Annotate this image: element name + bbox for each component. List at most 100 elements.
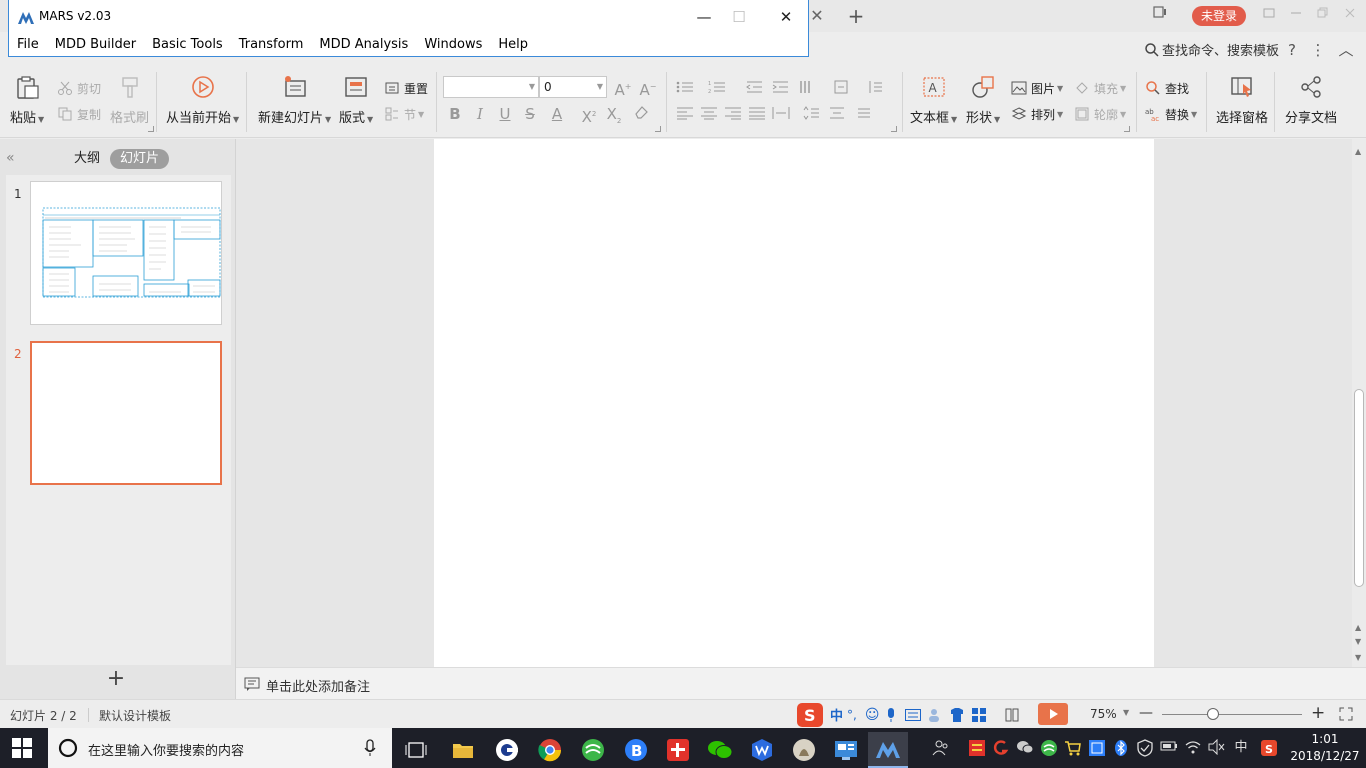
mars-maximize-button[interactable]: ☐ [724,4,754,30]
ime-voice-icon[interactable] [885,707,897,723]
previous-slide-icon[interactable]: ▲ [1355,623,1361,632]
ime-toolbox-icon[interactable] [971,707,987,723]
text-direction-icon[interactable] [799,80,817,94]
next-slide-icon[interactable]: ▼ [1355,637,1361,646]
zoom-slider[interactable] [1162,714,1302,715]
zoom-slider-handle[interactable] [1207,708,1219,720]
cut-button[interactable]: 剪切 [57,78,101,98]
add-slide-button[interactable]: + [104,667,128,691]
control-panel-icon[interactable] [826,732,866,768]
bold-icon[interactable]: B [444,104,466,124]
distribute-icon[interactable] [772,106,790,120]
zoom-percentage[interactable]: 75% [1090,707,1117,721]
skin-icon[interactable] [1257,4,1281,28]
decrease-font-icon[interactable]: A− [637,77,659,100]
wps-office-icon[interactable] [742,732,782,768]
baidu-browser-icon[interactable]: B [616,732,656,768]
tray-input-language[interactable]: 中 [1232,739,1250,757]
sogou-logo-icon[interactable]: S [796,702,824,728]
menu-mdd-builder[interactable]: MDD Builder [47,34,144,56]
paragraph-spacing-icon[interactable] [828,106,846,120]
format-painter-button[interactable]: 格式刷 [110,74,149,126]
decrease-indent-icon[interactable] [745,80,763,94]
notes-pane[interactable]: 单击此处添加备注 [236,667,1366,699]
system-clock[interactable]: 1:01 2018/12/27 [1290,731,1360,765]
play-from-current-button[interactable]: 从当前开始 ▼ [166,74,239,126]
fill-button[interactable]: 填充 ▼ [1074,78,1126,98]
scrollbar-thumb[interactable] [1354,389,1364,587]
subscript-icon[interactable]: X2 [603,104,625,131]
bluetooth-icon[interactable] [1112,739,1130,757]
slide-thumbnail-1[interactable] [30,181,222,325]
minimize-icon[interactable] [1284,4,1308,28]
360-tray-icon[interactable] [1040,739,1058,757]
mars-minimize-button[interactable]: — [689,4,719,30]
ime-keyboard-icon[interactable] [905,708,922,721]
align-left-icon[interactable] [676,106,694,120]
layout-button[interactable]: 版式 ▼ [339,74,373,126]
login-button[interactable]: 未登录 [1192,6,1246,26]
wechat-icon[interactable] [700,732,740,768]
columns-icon[interactable] [868,80,886,94]
mars-taskbar-icon[interactable] [868,732,908,768]
wifi-icon[interactable] [1184,739,1202,757]
windows-start-icon[interactable] [12,738,32,758]
spacing-options-icon[interactable] [856,106,874,120]
zoom-out-button[interactable]: — [1139,705,1153,721]
align-text-icon[interactable] [834,80,852,94]
align-right-icon[interactable] [724,106,742,120]
arrange-button[interactable]: 排列 ▼ [1011,104,1063,124]
help-icon[interactable]: ? [1282,40,1302,60]
increase-indent-icon[interactable] [771,80,789,94]
scroll-down-icon[interactable]: ▼ [1355,653,1361,662]
menu-mdd-analysis[interactable]: MDD Analysis [311,34,416,56]
more-icon[interactable]: ⋮ [1308,40,1328,60]
people-icon[interactable] [932,739,950,757]
share-document-button[interactable]: 分享文档 [1285,74,1337,126]
menu-basic-tools[interactable]: Basic Tools [144,34,231,56]
volume-muted-icon[interactable] [1208,738,1226,757]
battery-icon[interactable] [1160,739,1178,757]
eraser-icon[interactable] [630,104,652,125]
selection-pane-button[interactable]: 选择窗格 [1216,74,1268,126]
shape-button[interactable]: 形状 ▼ [966,74,1000,126]
paragraph-launcher-icon[interactable] [891,126,897,132]
taskbar-search-box[interactable]: 在这里输入你要搜索的内容 [48,728,392,768]
outline-button[interactable]: 轮廓 ▼ [1074,104,1126,124]
command-search[interactable]: 查找命令、搜索模板 [1144,40,1279,59]
ime-emoji-icon[interactable]: ☺ [865,707,880,723]
section-button[interactable]: 节 ▼ [384,104,424,124]
font-color-icon[interactable]: A [546,104,568,124]
copy-button[interactable]: 复制 [57,104,101,124]
underline-icon[interactable]: U [494,104,516,124]
mars-close-button[interactable]: ✕ [771,4,801,30]
justify-icon[interactable] [748,106,766,120]
italic-icon[interactable]: I [469,104,491,124]
replace-button[interactable]: ab ac 替换 ▼ [1145,104,1197,124]
ime-punctuation[interactable]: °, [847,708,857,722]
clipboard-launcher-icon[interactable] [148,126,154,132]
font-name-input[interactable]: ▼ [443,76,539,98]
current-slide[interactable] [434,139,1154,667]
menu-transform[interactable]: Transform [231,34,312,56]
zoom-in-button[interactable]: + [1311,703,1325,723]
microphone-icon[interactable] [364,739,376,757]
textbox-button[interactable]: A 文本框 ▼ [910,74,957,126]
slide-thumbnail-2[interactable] [30,341,222,485]
collapse-panel-icon[interactable]: « [6,150,15,166]
reset-button[interactable]: 重置 [384,78,428,98]
security-shield-icon[interactable] [1136,739,1154,757]
picture-button[interactable]: 图片 ▼ [1011,78,1063,98]
paste-button[interactable]: 粘贴 ▼ [10,74,44,126]
scroll-up-icon[interactable]: ▲ [1355,147,1361,156]
font-size-input[interactable]: 0 ▼ [539,76,607,98]
align-center-icon[interactable] [700,106,718,120]
tablet-mode-icon[interactable] [1148,4,1172,28]
weibo-tray-icon[interactable] [992,739,1010,757]
ju-app-icon[interactable] [968,739,986,757]
ime-user-icon[interactable] [927,707,943,723]
superscript-icon[interactable]: X2 [578,104,600,127]
slideshow-button[interactable] [1038,703,1068,725]
ime-skin-icon[interactable] [949,707,965,723]
strikethrough-icon[interactable]: S [519,104,541,124]
